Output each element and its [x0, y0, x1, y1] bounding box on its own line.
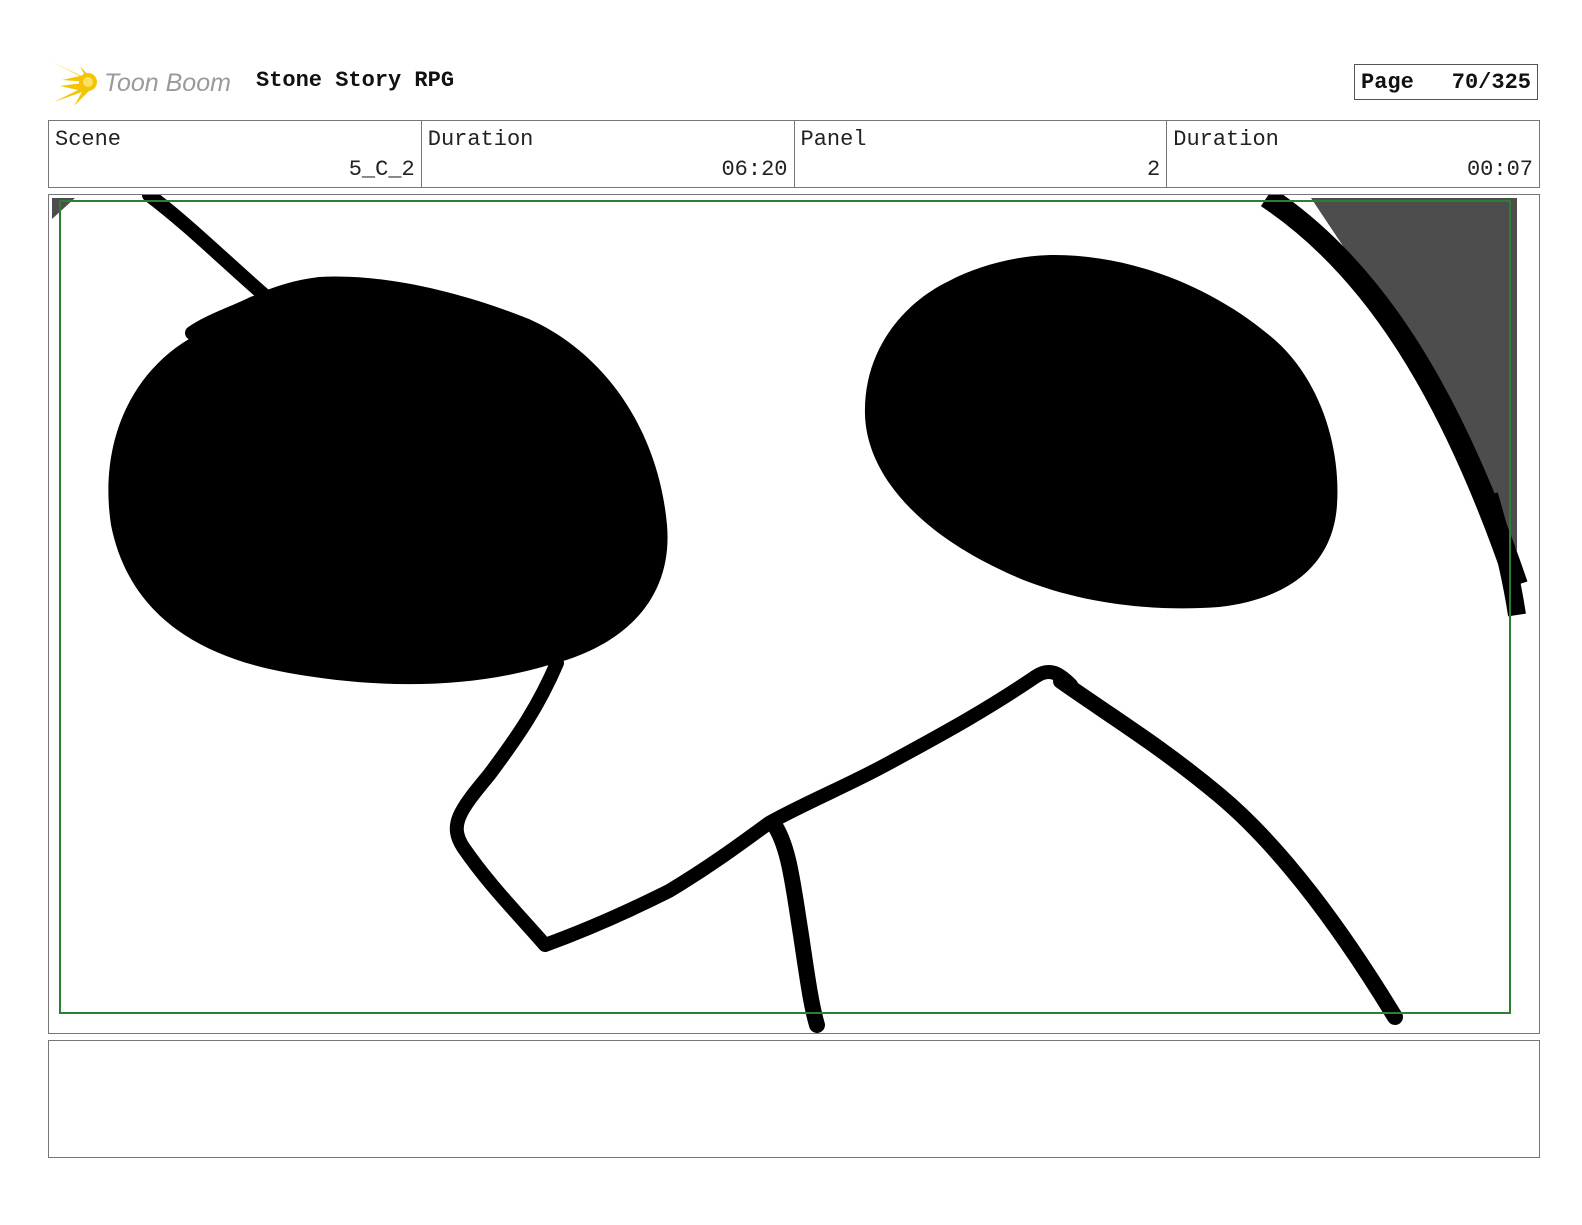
panel-notes-box[interactable]	[48, 1040, 1540, 1158]
scene-duration-value: 06:20	[721, 157, 788, 182]
cheek-line-right	[1053, 673, 1403, 1025]
page-indicator: Page 70/325	[1354, 64, 1538, 100]
scene-label: Scene	[55, 127, 122, 152]
panel-drawing	[52, 195, 1528, 1033]
panel-value: 2	[1147, 157, 1161, 182]
right-eye	[864, 255, 1338, 609]
page-number: 70/325	[1451, 69, 1531, 95]
chin-line	[765, 815, 825, 1033]
toon-boom-logo-graphic: Toon Boom	[52, 62, 231, 106]
logo-wordmark: Toon Boom	[104, 69, 231, 97]
panel-duration-label: Duration	[1173, 127, 1279, 152]
page-label: Page	[1361, 69, 1414, 95]
scene-value: 5_C_2	[348, 157, 415, 182]
panel-cell: Panel 2	[795, 121, 1168, 187]
antenna-line	[142, 195, 278, 308]
toon-boom-logo: Toon Boom	[50, 56, 240, 108]
storyboard-panel	[48, 194, 1540, 1034]
panel-label: Panel	[800, 127, 867, 152]
panel-info-table: Scene 5_C_2 Duration 06:20 Panel 2 Durat…	[48, 120, 1540, 188]
project-title: Stone Story RPG	[256, 68, 455, 93]
nose-line	[449, 656, 1078, 952]
panel-duration-cell: Duration 00:07	[1167, 121, 1539, 187]
scene-duration-cell: Duration 06:20	[422, 121, 795, 187]
scene-duration-label: Duration	[427, 127, 534, 152]
starburst-icon	[52, 62, 97, 106]
panel-duration-value: 00:07	[1466, 157, 1533, 182]
scene-cell: Scene 5_C_2	[49, 121, 422, 187]
left-eye	[108, 276, 668, 685]
